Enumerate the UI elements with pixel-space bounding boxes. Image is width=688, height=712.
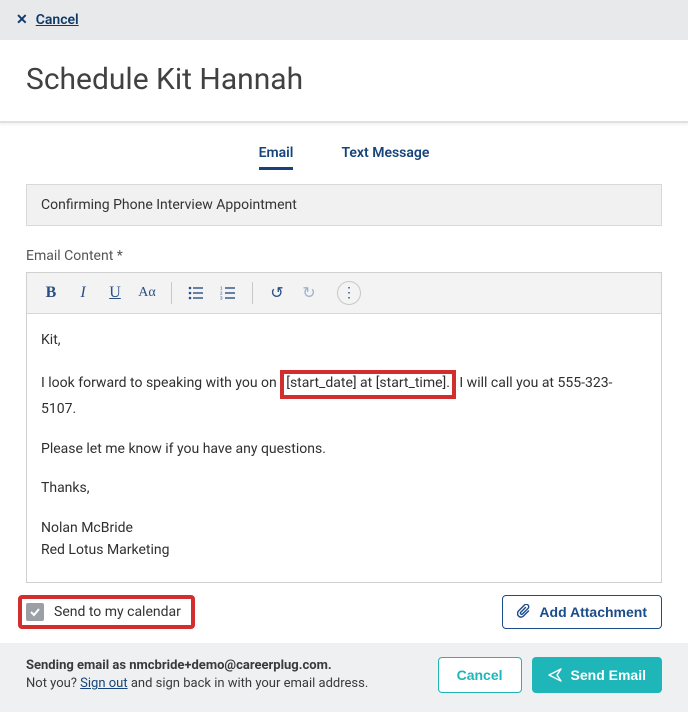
editor-body[interactable]: Kit, I look forward to speaking with you… — [27, 314, 661, 582]
text-style-button[interactable]: Aα — [133, 279, 161, 307]
tab-text-message[interactable]: Text Message — [341, 145, 429, 170]
bold-button[interactable]: B — [37, 279, 65, 307]
page-title: Schedule Kit Hannah — [26, 62, 662, 97]
add-attachment-label: Add Attachment — [539, 604, 647, 620]
title-area: Schedule Kit Hannah — [0, 40, 688, 123]
body-thanks: Thanks, — [41, 478, 647, 500]
notyou-pre: Not you? — [26, 676, 80, 691]
placeholder-highlight: [start_date] at [start_time]. — [280, 370, 456, 399]
send-to-calendar-checkbox[interactable] — [26, 603, 44, 621]
sender-line: Sending email as nmcbride+demo@careerplu… — [26, 658, 332, 673]
editor-toolbar: B I U Aα 123 ↺ ↻ ⋮ — [27, 273, 661, 314]
send-email-label: Send Email — [571, 667, 646, 683]
signature-name: Nolan McBride — [41, 518, 647, 540]
add-attachment-button[interactable]: Add Attachment — [502, 595, 662, 629]
content-area: Confirming Phone Interview Appointment E… — [0, 184, 688, 583]
footer-actions: Cancel Send Email — [438, 657, 662, 693]
tab-email[interactable]: Email — [259, 145, 294, 170]
cancel-button[interactable]: Cancel — [438, 657, 522, 693]
body-line2: Please let me know if you have any quest… — [41, 439, 647, 461]
notyou-post: and sign back in with your email address… — [128, 676, 369, 691]
bullet-list-button[interactable] — [182, 279, 210, 307]
footer-info: Sending email as nmcbride+demo@careerplu… — [26, 657, 368, 695]
toolbar-divider — [171, 282, 172, 304]
close-icon[interactable]: ✕ — [16, 12, 28, 28]
undo-button[interactable]: ↺ — [263, 279, 291, 307]
italic-button[interactable]: I — [69, 279, 97, 307]
send-to-calendar-highlight: Send to my calendar — [18, 595, 195, 629]
send-to-calendar-label: Send to my calendar — [54, 604, 181, 620]
send-icon — [548, 668, 563, 682]
top-bar: ✕ Cancel — [0, 0, 688, 40]
body-line1-pre: I look forward to speaking with you on — [41, 375, 277, 391]
more-options-button[interactable]: ⋮ — [337, 281, 361, 305]
cancel-link[interactable]: Cancel — [36, 12, 79, 28]
redo-button[interactable]: ↻ — [295, 279, 323, 307]
underline-button[interactable]: U — [101, 279, 129, 307]
body-greeting: Kit, — [41, 330, 647, 352]
calendar-row: Send to my calendar Add Attachment — [0, 583, 688, 643]
sign-out-link[interactable]: Sign out — [80, 676, 127, 691]
paperclip-icon — [517, 604, 531, 620]
toolbar-divider — [252, 282, 253, 304]
signature-company: Red Lotus Marketing — [41, 540, 647, 562]
tabs: Email Text Message — [0, 123, 688, 184]
svg-text:3: 3 — [220, 296, 223, 300]
email-content-label: Email Content * — [26, 248, 662, 264]
footer: Sending email as nmcbride+demo@careerplu… — [0, 643, 688, 712]
rich-text-editor: B I U Aα 123 ↺ ↻ ⋮ Kit, I look forward t… — [26, 272, 662, 583]
body-line1: I look forward to speaking with you on [… — [41, 370, 647, 421]
subject-field[interactable]: Confirming Phone Interview Appointment — [26, 184, 662, 226]
number-list-button[interactable]: 123 — [214, 279, 242, 307]
send-email-button[interactable]: Send Email — [532, 657, 662, 693]
